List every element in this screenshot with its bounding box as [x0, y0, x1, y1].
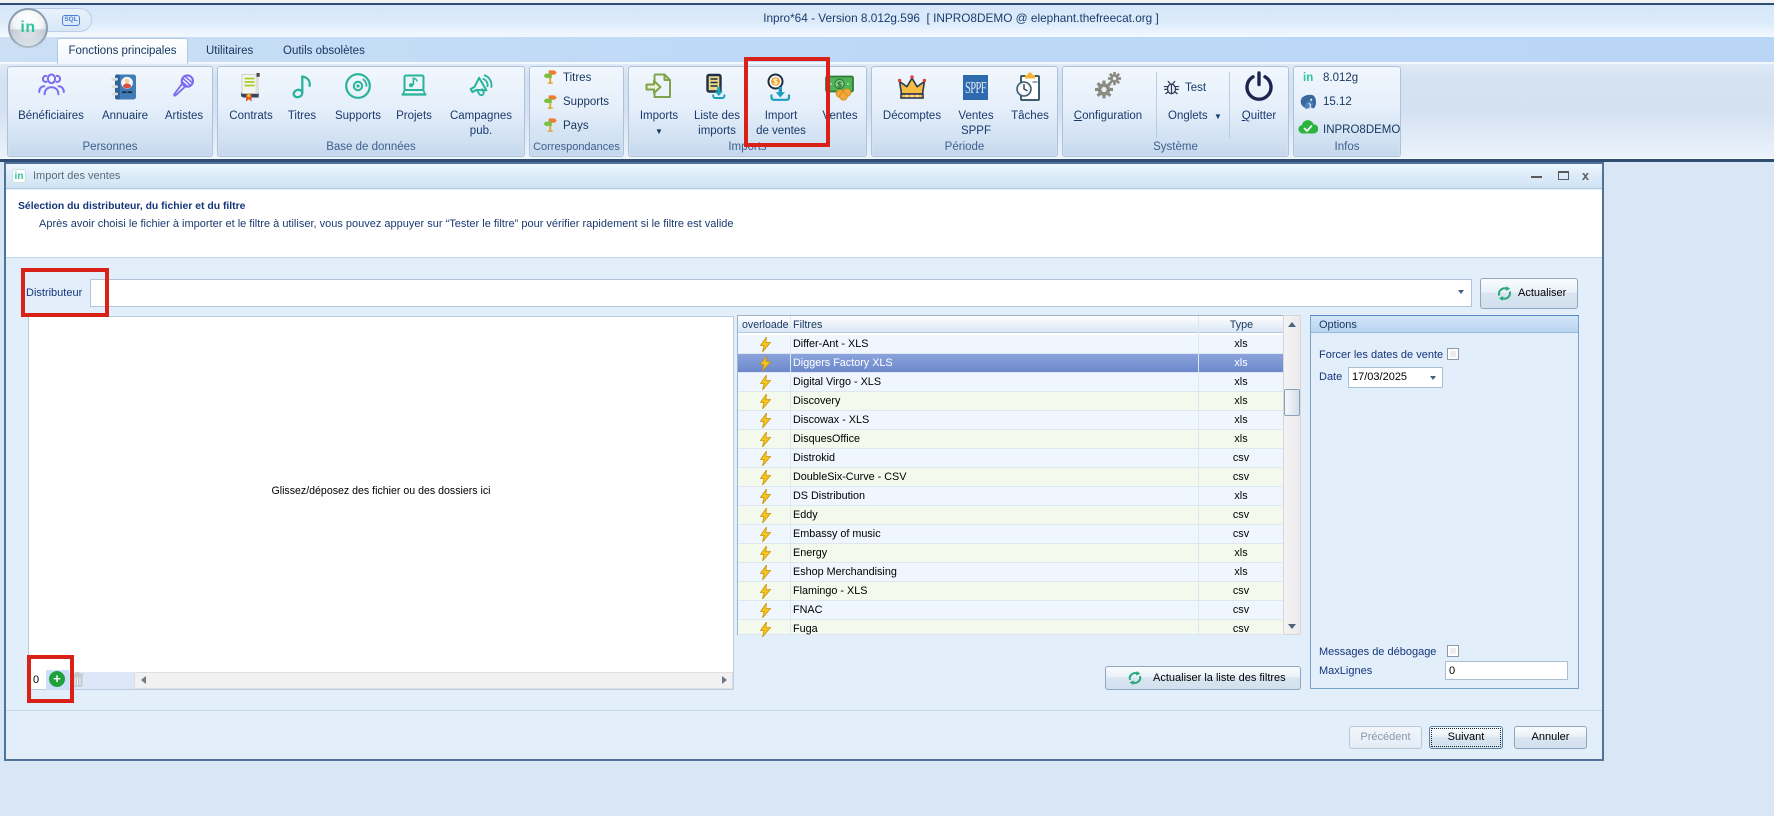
svg-text:SPPF: SPPF — [965, 79, 987, 98]
svg-text:$: $ — [837, 79, 842, 89]
